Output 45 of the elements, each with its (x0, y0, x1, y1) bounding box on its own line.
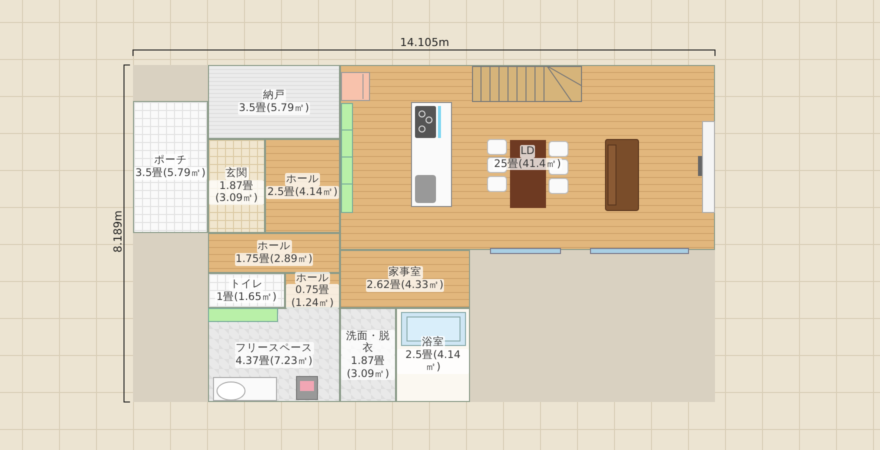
room-area: 1.75畳(2.89㎡) (234, 253, 314, 266)
room-floor[interactable]: 洗面・脱衣 1.87畳(3.09㎡) (340, 308, 396, 402)
room-area: 3.5畳(5.79㎡) (238, 102, 310, 115)
room-floor[interactable]: 家事室 2.62畳(4.33㎡) (340, 250, 470, 308)
room-floor[interactable]: ホール 0.75畳(1.24㎡) (285, 273, 340, 308)
sofa-icon[interactable] (605, 139, 639, 211)
room-area: 1.87畳(3.09㎡) (341, 355, 395, 380)
staircase-icon[interactable] (472, 66, 582, 102)
shelf-icon[interactable] (208, 308, 278, 322)
room-floor[interactable]: トイレ 1畳(1.65㎡) (208, 273, 285, 308)
room-area: 1.87畳(3.09㎡) (209, 180, 264, 205)
room-name: ホール (295, 272, 330, 284)
room-floor[interactable]: 玄関 1.87畳(3.09㎡) (208, 139, 265, 233)
room-name: トイレ (229, 278, 264, 290)
room-name: 納戸 (262, 89, 286, 102)
room-area: 25畳(41.4㎡) (493, 158, 562, 170)
cabinet-icon[interactable] (341, 103, 353, 213)
room-name: ポーチ (153, 154, 188, 167)
width-dimension: 14.105m (400, 36, 450, 49)
room-name: フリースペース (234, 342, 314, 355)
room-floor[interactable]: 納戸 3.5畳(5.79㎡) (208, 65, 340, 139)
room-area: 0.75畳(1.24㎡) (286, 284, 339, 310)
room-area: 2.5畳(4.14㎡) (266, 186, 339, 199)
wash-basin-icon[interactable] (213, 377, 277, 401)
depth-dimension: 8.189m (112, 210, 125, 253)
fridge-icon[interactable] (341, 72, 370, 101)
room-name: 浴室 (421, 336, 445, 349)
washing-machine-icon[interactable] (296, 376, 318, 400)
tv-stand-icon[interactable] (698, 121, 715, 213)
room-name: ホール (256, 240, 292, 253)
room-area: 1畳(1.65㎡) (215, 290, 278, 304)
room-floor[interactable]: ホール 2.5畳(4.14㎡) (265, 139, 340, 233)
room-area: 2.5畳(4.14㎡) (397, 348, 469, 374)
room-area: 2.62畳(4.33㎡) (366, 279, 444, 292)
room-floor[interactable]: ホール 1.75畳(2.89㎡) (208, 233, 340, 273)
kitchen-island-icon[interactable] (411, 102, 452, 207)
bathtub-icon[interactable] (401, 312, 466, 346)
window-icon[interactable] (490, 248, 690, 254)
room-name: 洗面・脱衣 (341, 330, 395, 355)
room-area: 4.37畳(7.23㎡) (234, 355, 314, 368)
room-area: 3.5畳(5.79㎡) (134, 167, 207, 180)
room-floor[interactable]: ポーチ 3.5畳(5.79㎡) (133, 101, 208, 233)
room-name: 玄関 (224, 167, 248, 180)
room-name: ホール (285, 173, 320, 186)
room-name: 家事室 (388, 266, 422, 279)
